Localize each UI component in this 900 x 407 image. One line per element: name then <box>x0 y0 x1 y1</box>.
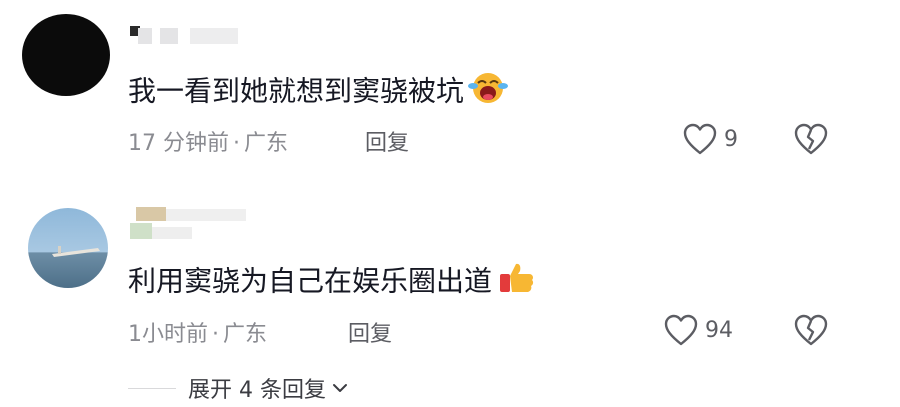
location: 广东 <box>244 131 289 156</box>
chevron-down-icon <box>332 384 347 392</box>
comment-meta: 1小时前 · 广东 <box>128 316 267 348</box>
heart-icon <box>683 123 717 155</box>
thumbs-up-emoji-icon <box>496 260 536 305</box>
broken-heart-icon <box>794 123 828 155</box>
dislike-button[interactable] <box>793 122 829 160</box>
location: 广东 <box>223 322 268 347</box>
comment-body: 利用窦骁为自己在娱乐圈出道 <box>128 264 493 298</box>
expand-replies-label: 展开 4 条回复 <box>188 378 326 403</box>
avatar[interactable] <box>22 14 110 96</box>
like-count: 94 <box>705 317 733 343</box>
reply-button[interactable]: 回复 <box>348 316 392 348</box>
like-count: 9 <box>724 126 738 152</box>
dislike-button[interactable] <box>793 313 829 351</box>
username-redacted[interactable] <box>130 24 240 48</box>
comment-text: 利用窦骁为自己在娱乐圈出道 <box>128 260 536 305</box>
separator: · <box>212 322 219 347</box>
laughing-crying-emoji-icon <box>468 70 509 115</box>
like-button[interactable]: 94 <box>663 313 733 347</box>
heart-icon <box>664 314 698 346</box>
like-button[interactable]: 9 <box>682 122 738 156</box>
username-redacted[interactable] <box>130 205 250 245</box>
comment-meta: 17 分钟前 · 广东 <box>128 125 288 157</box>
comment-item: 利用窦骁为自己在娱乐圈出道 1小时前 · 广东 回复 94 <box>0 195 900 370</box>
separator: · <box>233 131 240 156</box>
comment-text: 我一看到她就想到窦骁被坑 <box>128 70 509 115</box>
broken-heart-icon <box>794 314 828 346</box>
expand-replies-button[interactable]: 展开 4 条回复 <box>128 372 348 404</box>
reply-button[interactable]: 回复 <box>365 125 409 157</box>
comment-item: 我一看到她就想到窦骁被坑 17 分钟前 · 广东 回复 9 <box>0 0 900 180</box>
divider <box>128 387 176 389</box>
timestamp: 17 分钟前 <box>128 131 229 156</box>
avatar[interactable] <box>28 208 108 288</box>
timestamp: 1小时前 <box>128 322 208 347</box>
comment-body: 我一看到她就想到窦骁被坑 <box>128 74 465 108</box>
